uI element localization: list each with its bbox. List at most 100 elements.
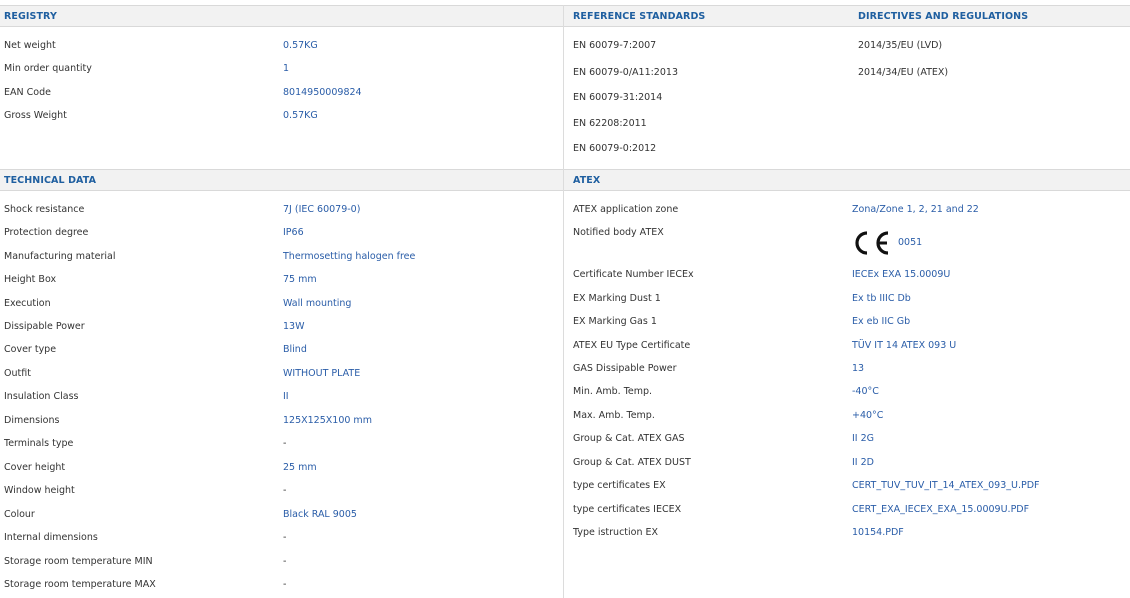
standard-item: EN 60079-0:2012 xyxy=(573,143,657,154)
row-value: Zona/Zone 1, 2, 21 and 22 xyxy=(852,204,979,215)
row-label: Execution xyxy=(4,298,51,309)
atex-row: EX Marking Dust 1 Ex tb IIIC Db xyxy=(564,293,1130,311)
row-value: - xyxy=(283,556,287,567)
row-value: II 2D xyxy=(852,457,874,468)
technical-row: Cover type Blind xyxy=(0,344,563,362)
registry-row: EAN Code 8014950009824 xyxy=(0,87,563,105)
technical-row: Colour Black RAL 9005 xyxy=(0,509,563,527)
row-value: - xyxy=(283,438,287,449)
technical-header: TECHNICAL DATA xyxy=(0,169,563,191)
row-value: +40°C xyxy=(852,410,884,421)
standard-item: EN 60079-7:2007 xyxy=(573,40,657,51)
row-value: Black RAL 9005 xyxy=(283,509,357,520)
row-value: 1 xyxy=(283,63,290,74)
atex-row-notified-body: Notified body ATEX xyxy=(564,227,1130,245)
row-label: Certificate Number IECEx xyxy=(573,269,694,280)
technical-row: Dissipable Power 13W xyxy=(0,321,563,339)
row-label: Group & Cat. ATEX GAS xyxy=(573,433,685,444)
row-label: Min order quantity xyxy=(4,63,92,74)
row-label: EX Marking Gas 1 xyxy=(573,316,657,327)
row-value: - xyxy=(283,485,287,496)
atex-doc-row: Type istruction EX 10154.PDF xyxy=(564,527,1130,545)
row-value: 13W xyxy=(283,321,305,332)
atex-header: ATEX xyxy=(564,169,1130,191)
row-label: Window height xyxy=(4,485,75,496)
technical-row: Shock resistance 7J (IEC 60079-0) xyxy=(0,204,563,222)
pdf-link[interactable]: CERT_TUV_TUV_IT_14_ATEX_093_U.PDF xyxy=(852,480,1040,491)
pdf-link[interactable]: 10154.PDF xyxy=(852,527,904,538)
technical-row: Execution Wall mounting xyxy=(0,298,563,316)
standards-header: REFERENCE STANDARDS DIRECTIVES AND REGUL… xyxy=(564,5,1130,27)
reference-standards-title: REFERENCE STANDARDS xyxy=(573,11,706,22)
row-label: Storage room temperature MIN xyxy=(4,556,153,567)
row-value: 7J (IEC 60079-0) xyxy=(283,204,361,215)
technical-row: Dimensions 125X125X100 mm xyxy=(0,415,563,433)
row-value: 0.57KG xyxy=(283,110,318,121)
row-label: Protection degree xyxy=(4,227,89,238)
atex-row: Min. Amb. Temp. -40°C xyxy=(564,386,1130,404)
row-label: Outfit xyxy=(4,368,31,379)
row-label: Gross Weight xyxy=(4,110,67,121)
technical-row: Protection degree IP66 xyxy=(0,227,563,245)
row-label: Min. Amb. Temp. xyxy=(573,386,653,397)
row-value: 13 xyxy=(852,363,865,374)
atex-row: Group & Cat. ATEX GAS II 2G xyxy=(564,433,1130,451)
row-label: Cover height xyxy=(4,462,66,473)
standard-item: EN 60079-31:2014 xyxy=(573,92,663,103)
row-value: Ex eb IIC Gb xyxy=(852,316,911,327)
row-value: Wall mounting xyxy=(283,298,352,309)
row-label: Height Box xyxy=(4,274,57,285)
row-value: Ex tb IIIC Db xyxy=(852,293,911,304)
atex-row: Certificate Number IECEx IECEx EXA 15.00… xyxy=(564,269,1130,287)
row-value: IECEx EXA 15.0009U xyxy=(852,269,951,280)
technical-title: TECHNICAL DATA xyxy=(4,175,97,186)
row-label: Internal dimensions xyxy=(4,532,98,543)
technical-row: Insulation Class II xyxy=(0,391,563,409)
row-value: 8014950009824 xyxy=(283,87,362,98)
row-label: Storage room temperature MAX xyxy=(4,579,156,590)
registry-header: REGISTRY xyxy=(0,5,563,27)
registry-row: Net weight 0.57KG xyxy=(0,40,563,58)
row-label: Max. Amb. Temp. xyxy=(573,410,655,421)
row-value: 0.57KG xyxy=(283,40,318,51)
row-label: EAN Code xyxy=(4,87,51,98)
technical-row: Terminals type - xyxy=(0,438,563,456)
row-label: EX Marking Dust 1 xyxy=(573,293,661,304)
row-label: type certificates IECEX xyxy=(573,504,682,515)
row-value: IP66 xyxy=(283,227,304,238)
standard-item: EN 60079-0/A11:2013 xyxy=(573,67,678,78)
row-label: type certificates EX xyxy=(573,480,666,491)
row-label: Group & Cat. ATEX DUST xyxy=(573,457,691,468)
notified-body-number: 0051 xyxy=(898,237,923,248)
row-label: Type istruction EX xyxy=(573,527,659,538)
technical-row: Storage room temperature MAX - xyxy=(0,579,563,597)
row-label: GAS Dissipable Power xyxy=(573,363,677,374)
atex-row: Group & Cat. ATEX DUST II 2D xyxy=(564,457,1130,475)
row-label: ATEX EU Type Certificate xyxy=(573,340,691,351)
technical-row: Outfit WITHOUT PLATE xyxy=(0,368,563,386)
registry-row: Gross Weight 0.57KG xyxy=(0,110,563,128)
atex-row: EX Marking Gas 1 Ex eb IIC Gb xyxy=(564,316,1130,334)
row-label: Manufacturing material xyxy=(4,251,116,262)
row-label: Net weight xyxy=(4,40,56,51)
row-value: 125X125X100 mm xyxy=(283,415,372,426)
row-value: II 2G xyxy=(852,433,875,444)
row-value: -40°C xyxy=(852,386,879,397)
atex-row: Max. Amb. Temp. +40°C xyxy=(564,410,1130,428)
ce-mark-icon xyxy=(855,231,889,255)
row-value: TÜV IT 14 ATEX 093 U xyxy=(852,340,957,351)
technical-row: Window height - xyxy=(0,485,563,503)
atex-row: ATEX EU Type Certificate TÜV IT 14 ATEX … xyxy=(564,340,1130,358)
atex-doc-row: type certificates IECEX CERT_EXA_IECEX_E… xyxy=(564,504,1130,522)
technical-row: Internal dimensions - xyxy=(0,532,563,550)
row-value: Thermosetting halogen free xyxy=(283,251,416,262)
pdf-link[interactable]: CERT_EXA_IECEX_EXA_15.0009U.PDF xyxy=(852,504,1029,515)
row-label: Dissipable Power xyxy=(4,321,85,332)
row-label: Insulation Class xyxy=(4,391,79,402)
directive-item: 2014/34/EU (ATEX) xyxy=(858,67,949,78)
atex-row: GAS Dissipable Power 13 xyxy=(564,363,1130,381)
registry-title: REGISTRY xyxy=(4,11,57,22)
row-value: 25 mm xyxy=(283,462,317,473)
row-label: Cover type xyxy=(4,344,57,355)
row-value: II xyxy=(283,391,289,402)
